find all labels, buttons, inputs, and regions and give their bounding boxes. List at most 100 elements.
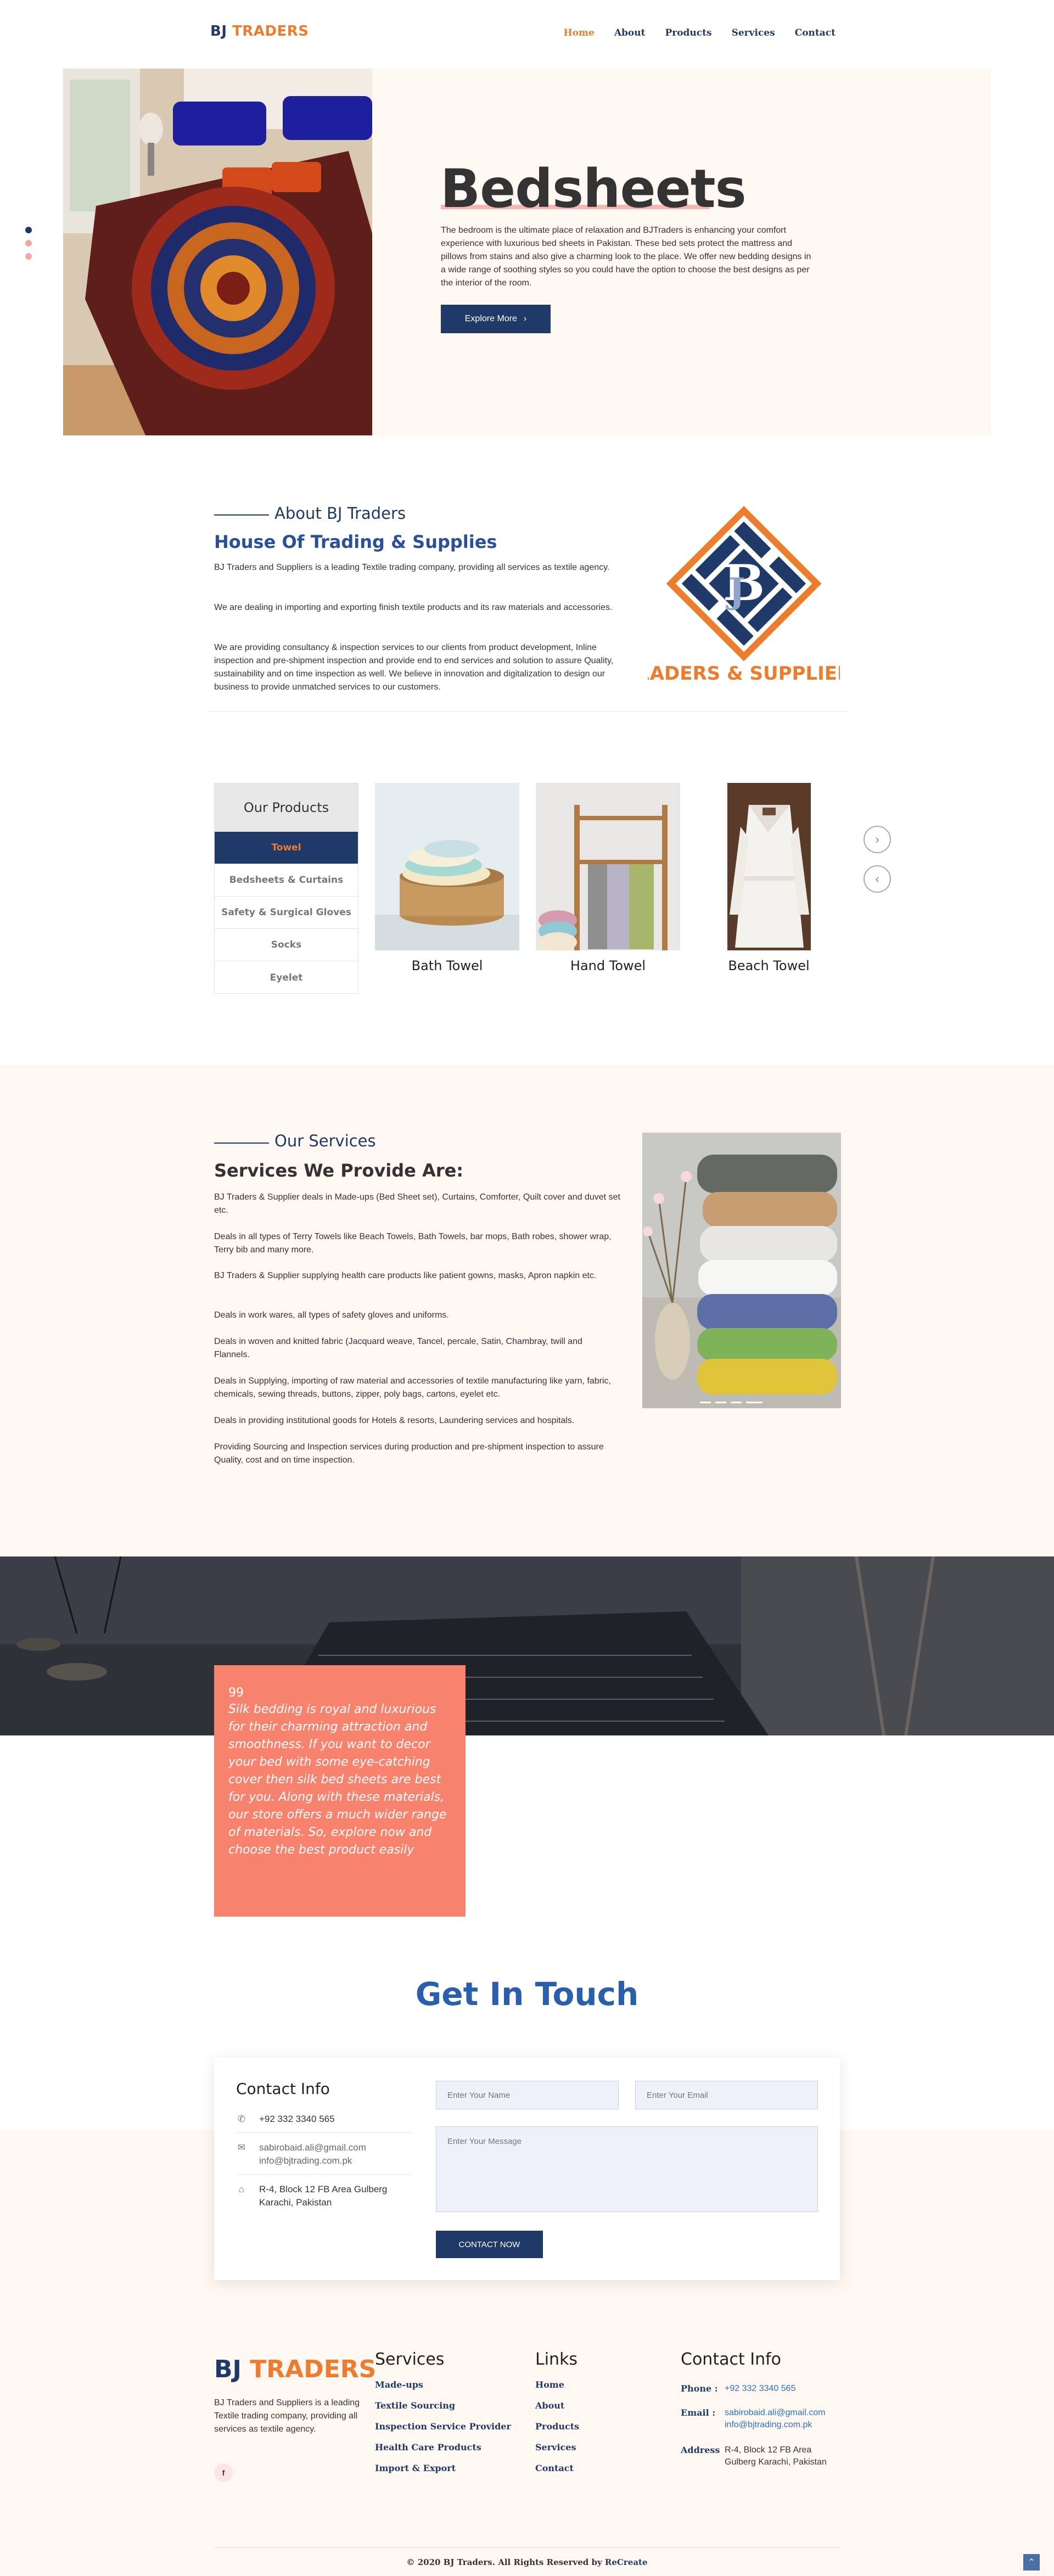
service-paragraph-2: Deals in all types of Terry Towels like … bbox=[214, 1232, 612, 1255]
footer-link-about[interactable]: About bbox=[535, 2400, 579, 2421]
facebook-icon[interactable]: f bbox=[214, 2463, 233, 2482]
footer-service-item[interactable]: Health Care Products bbox=[375, 2442, 511, 2463]
copyright-label: © 2020 BJ Traders. All Rights Reserved b… bbox=[406, 2557, 602, 2567]
service-paragraph-3: BJ Traders & Supplier supplying health c… bbox=[214, 1271, 597, 1280]
services-title: Services We Provide Are: bbox=[214, 1160, 464, 1181]
hero-title: Bedsheets bbox=[440, 158, 747, 220]
footer-logo-traders: TRADERS bbox=[250, 2355, 377, 2383]
email-input[interactable] bbox=[635, 2081, 818, 2109]
bath-towel-label: Bath Towel bbox=[411, 958, 483, 973]
slider-dot-3[interactable] bbox=[25, 253, 32, 260]
hand-towel-label: Hand Towel bbox=[570, 958, 646, 973]
name-input[interactable] bbox=[436, 2081, 619, 2109]
services-kicker: Our Services bbox=[274, 1132, 376, 1150]
services-kicker-line bbox=[214, 1143, 269, 1144]
category-socks[interactable]: Socks bbox=[215, 929, 358, 961]
contact-now-button[interactable]: CONTACT NOW bbox=[436, 2231, 543, 2258]
copyright-brand-link[interactable]: ReCreate bbox=[605, 2557, 648, 2567]
footer-services-title: Services bbox=[375, 2350, 445, 2369]
hero-bedsheet-image bbox=[63, 69, 372, 435]
footer-email-2[interactable]: info@bjtrading.com.pk bbox=[725, 2419, 825, 2431]
nav-services[interactable]: Services bbox=[732, 27, 775, 38]
svg-text:TRADERS & SUPPLIERS: TRADERS & SUPPLIERS bbox=[648, 663, 840, 685]
footer-phone[interactable]: +92 332 3340 565 bbox=[725, 2383, 795, 2395]
services-towels-image bbox=[642, 1133, 841, 1408]
category-eyelet[interactable]: Eyelet bbox=[215, 961, 358, 994]
contact-email-1[interactable]: sabirobaid.ali@gmail.com bbox=[259, 2141, 366, 2154]
nav-products[interactable]: Products bbox=[665, 27, 711, 38]
products-prev-button[interactable]: ‹ bbox=[864, 865, 891, 893]
service-paragraph-5: Deals in woven and knitted fabric (Jacqu… bbox=[214, 1337, 582, 1359]
ambient-photo-band bbox=[0, 1556, 1054, 1735]
footer-email-1[interactable]: sabirobaid.ali@gmail.com bbox=[725, 2407, 825, 2419]
footer-service-item[interactable]: Textile Sourcing bbox=[375, 2400, 511, 2421]
footer-link-products[interactable]: Products bbox=[535, 2421, 579, 2442]
phone-icon: ✆ bbox=[237, 2114, 246, 2124]
footer-service-item[interactable]: Made-ups bbox=[375, 2379, 511, 2400]
contact-address-1: R-4, Block 12 FB Area Gulberg bbox=[259, 2184, 388, 2194]
nav-contact[interactable]: Contact bbox=[795, 27, 836, 38]
product-card-bath-towel[interactable]: Bath Towel bbox=[375, 783, 519, 973]
hero-description: The bedroom is the ultimate place of rel… bbox=[441, 226, 811, 288]
chevron-right-icon: › bbox=[523, 314, 527, 323]
beach-towel-image bbox=[697, 783, 841, 950]
explore-more-button[interactable]: Explore More › bbox=[441, 305, 551, 333]
contact-phone-row: ✆ +92 332 3340 565 bbox=[236, 2113, 335, 2126]
category-towel[interactable]: Towel bbox=[215, 832, 358, 864]
company-emblem: B J TRADERS & SUPPLIERS bbox=[623, 504, 865, 691]
slider-dot-2[interactable] bbox=[25, 240, 32, 247]
footer-address-1: R-4, Block 12 FB Area bbox=[725, 2445, 812, 2455]
quote-icon: 99 bbox=[228, 1686, 244, 1700]
top-navbar: BJ TRADERS Home About Products Services … bbox=[0, 0, 1054, 66]
contact-address-2: Karachi, Pakistan bbox=[259, 2197, 332, 2208]
nav-about[interactable]: About bbox=[614, 27, 646, 38]
about-paragraph-1: BJ Traders and Suppliers is a leading Te… bbox=[214, 563, 610, 572]
footer-link-home[interactable]: Home bbox=[535, 2379, 579, 2400]
about-paragraph-2: We are dealing in importing and exportin… bbox=[214, 603, 613, 612]
about-paragraph-3: We are providing consultancy & inspectio… bbox=[214, 643, 614, 692]
contact-email-row: ✉ sabirobaid.ali@gmail.com info@bjtradin… bbox=[236, 2141, 366, 2168]
footer-links-list: Home About Products Services Contact bbox=[535, 2379, 579, 2484]
footer-logo[interactable]: BJ TRADERS bbox=[214, 2355, 376, 2383]
site-logo[interactable]: BJ TRADERS bbox=[210, 23, 309, 40]
bath-towel-image bbox=[375, 783, 519, 950]
contact-address-row: ⌂ R-4, Block 12 FB Area Gulberg Karachi,… bbox=[236, 2183, 388, 2209]
service-paragraph-8: Providing Sourcing and Inspection servic… bbox=[214, 1442, 604, 1465]
scroll-to-top-icon[interactable]: ⌃ bbox=[1023, 2554, 1040, 2571]
svg-text:J: J bbox=[726, 570, 745, 612]
contact-email-2[interactable]: info@bjtrading.com.pk bbox=[259, 2154, 366, 2168]
explore-more-label: Explore More bbox=[464, 314, 517, 323]
footer-services-list: Made-ups Textile Sourcing Inspection Ser… bbox=[375, 2379, 511, 2484]
contact-phone[interactable]: +92 332 3340 565 bbox=[259, 2113, 335, 2126]
footer-contact-title: Contact Info bbox=[681, 2350, 782, 2369]
main-menu: Home About Products Services Contact bbox=[564, 27, 836, 38]
logo-bj-text: BJ bbox=[210, 23, 227, 40]
footer-divider bbox=[214, 2547, 840, 2548]
footer-address-row: Address R-4, Block 12 FB Area Gulberg Ka… bbox=[681, 2444, 827, 2468]
message-textarea[interactable] bbox=[436, 2126, 818, 2212]
footer-service-item[interactable]: Inspection Service Provider bbox=[375, 2421, 511, 2442]
footer-link-services[interactable]: Services bbox=[535, 2442, 579, 2463]
footer-link-contact[interactable]: Contact bbox=[535, 2463, 579, 2484]
service-paragraph-4: Deals in work wares, all types of safety… bbox=[214, 1311, 449, 1320]
quote-text: Silk bedding is royal and luxurious for … bbox=[228, 1703, 447, 1857]
footer-address-label: Address bbox=[681, 2445, 720, 2455]
slider-dot-1[interactable] bbox=[25, 227, 32, 233]
chevron-right-icon: › bbox=[875, 832, 879, 846]
hand-towel-image bbox=[536, 783, 680, 950]
category-gloves[interactable]: Safety & Surgical Gloves bbox=[215, 897, 358, 929]
category-bedsheets-curtains[interactable]: Bedsheets & Curtains bbox=[215, 864, 358, 897]
copyright-text: © 2020 BJ Traders. All Rights Reserved b… bbox=[0, 2557, 1054, 2567]
contact-separator bbox=[236, 2174, 412, 2175]
footer-links-title: Links bbox=[535, 2350, 578, 2369]
products-next-button[interactable]: › bbox=[864, 826, 891, 853]
product-card-hand-towel[interactable]: Hand Towel bbox=[536, 783, 680, 973]
nav-home[interactable]: Home bbox=[564, 27, 595, 38]
hero-slider-dots bbox=[25, 227, 32, 260]
service-paragraph-1: BJ Traders & Supplier deals in Made-ups … bbox=[214, 1192, 620, 1215]
products-category-panel: Our Products Towel Bedsheets & Curtains … bbox=[214, 783, 358, 994]
contact-info-title: Contact Info bbox=[236, 2080, 330, 2098]
product-card-beach-towel[interactable]: Beach Towel bbox=[697, 783, 841, 973]
products-heading: Our Products bbox=[215, 783, 358, 832]
footer-service-item[interactable]: Import & Export bbox=[375, 2463, 511, 2484]
